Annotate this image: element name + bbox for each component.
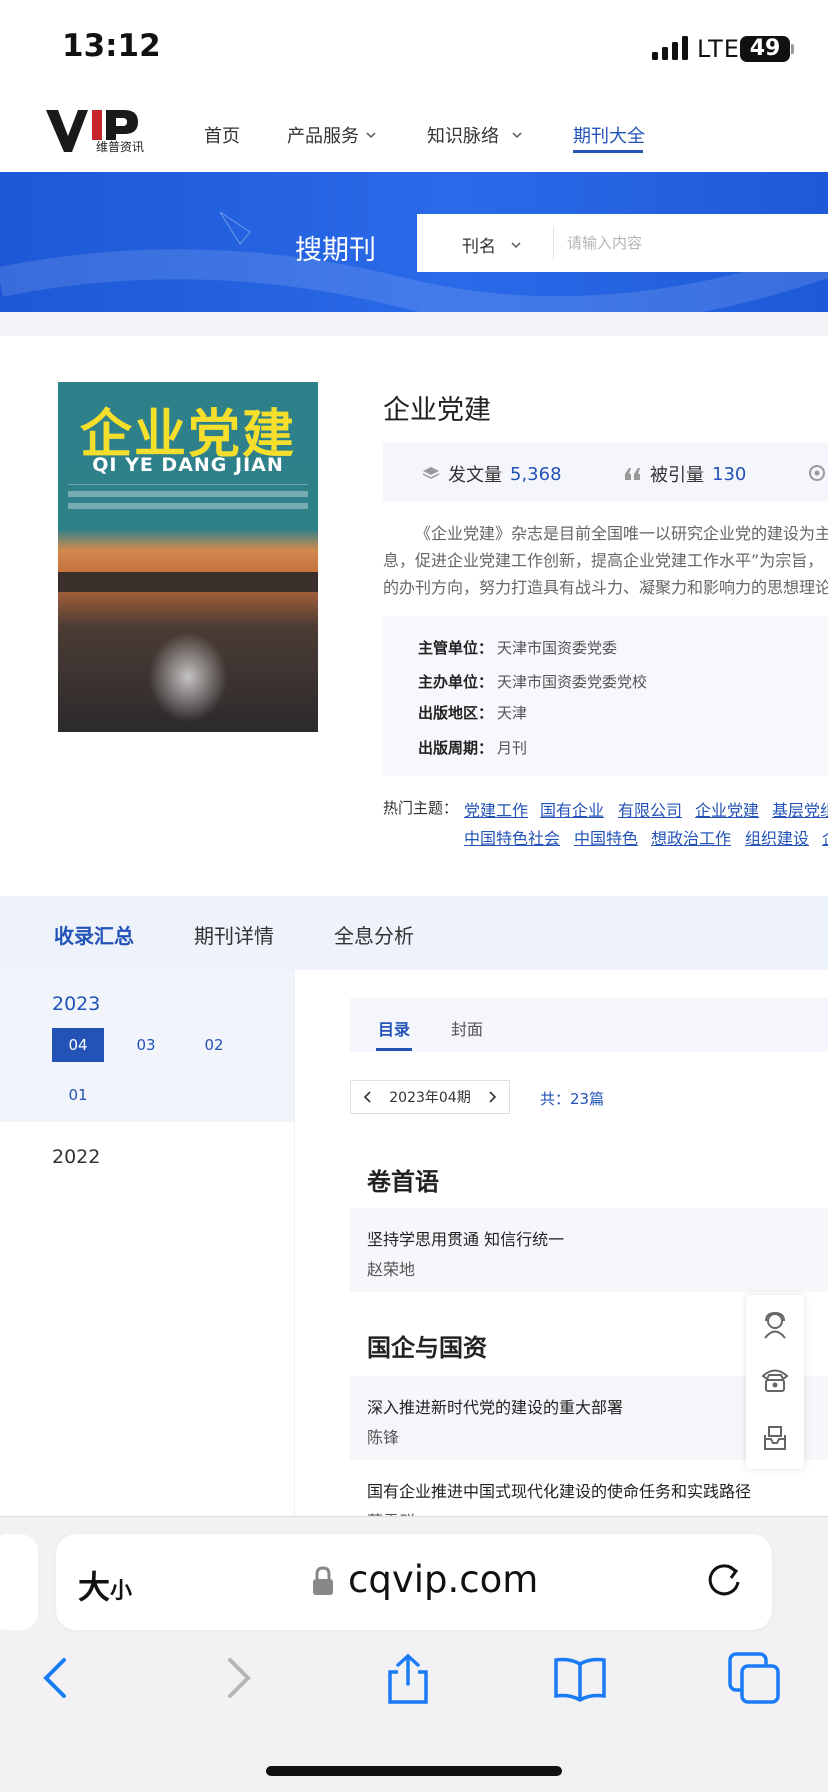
journal-description: 《企业党建》杂志是目前全国唯一以研究企业党的建设为主 息，促进企业党建工作创新，… (383, 524, 828, 597)
hot-tag[interactable]: 基层党组 (772, 797, 828, 821)
section-heading: 国企与国资 (367, 1334, 487, 1362)
customer-service-icon[interactable] (762, 1311, 788, 1339)
issue-04[interactable]: 04 (52, 1028, 104, 1062)
quote-icon (625, 468, 640, 480)
stat-citations: 被引量 130 (624, 461, 746, 487)
info-frequency: 出版周期： 月刊 (418, 739, 528, 757)
subtab-cover[interactable]: 封面 (451, 1016, 483, 1040)
nav-knowledge[interactable]: 知识脉络 (427, 122, 523, 148)
section-heading: 卷首语 (367, 1168, 439, 1196)
cover-headlines (68, 484, 308, 518)
banner-title: 搜期刊 (295, 235, 376, 266)
content-subtabs (350, 998, 828, 1052)
article-author[interactable]: 赵荣地 (367, 1256, 415, 1280)
hot-tag[interactable]: 组织建设 (745, 825, 809, 849)
battery-icon: 49 (740, 36, 790, 62)
issue-selector: 2023年04期 (350, 1080, 510, 1114)
nav-active-indicator (573, 150, 643, 153)
journal-cover[interactable]: 企业党建 QI YE DANG JIAN (58, 382, 318, 732)
info-supervisor: 主管单位： 天津市国资委党委 (418, 639, 618, 657)
info-region: 出版地区： 天津 (418, 704, 528, 722)
vip-logo[interactable]: 维普资讯 (46, 108, 144, 156)
section-spacer (0, 312, 828, 336)
status-time: 13:12 (62, 28, 161, 64)
chevron-left-icon[interactable] (363, 1090, 373, 1104)
article-title[interactable]: 深入推进新时代党的建设的重大部署 (367, 1394, 623, 1418)
url-text[interactable]: cqvip.com (348, 1558, 538, 1601)
chevron-down-icon (512, 132, 522, 139)
subtab-indicator (376, 1048, 412, 1051)
cover-waterfall (148, 632, 228, 722)
tabs-icon[interactable] (726, 1650, 782, 1706)
hot-tag[interactable]: 中国特色 (574, 825, 638, 849)
hot-tag[interactable]: 国有企业 (540, 797, 604, 821)
back-icon[interactable] (30, 1650, 86, 1706)
feedback-icon[interactable] (761, 1425, 789, 1451)
hot-tag[interactable]: 企业党建 (695, 797, 759, 821)
hot-tag[interactable]: 有限公司 (618, 797, 682, 821)
search-divider (553, 226, 554, 260)
info-sponsor: 主办单位： 天津市国资委党委党校 (418, 673, 648, 691)
signal-icon (652, 36, 688, 60)
nav-home[interactable]: 首页 (204, 122, 240, 148)
reload-icon[interactable] (704, 1558, 744, 1602)
tab-summary[interactable]: 收录汇总 (54, 920, 134, 949)
stat-articles: 发文量 5,368 (422, 461, 562, 487)
subtab-toc[interactable]: 目录 (378, 1016, 410, 1040)
issue-01[interactable]: 01 (52, 1078, 104, 1112)
forward-icon[interactable] (208, 1650, 264, 1706)
article-author[interactable]: 蔡雪群 (367, 1508, 415, 1516)
article-title[interactable]: 国有企业推进中国式现代化建设的使命任务和实践路径 (367, 1478, 751, 1502)
share-icon[interactable] (380, 1650, 436, 1706)
column-divider (294, 970, 295, 1516)
issue-03[interactable]: 03 (120, 1028, 172, 1062)
nav-products[interactable]: 产品服务 (287, 122, 377, 148)
year-2022[interactable]: 2022 (52, 1146, 100, 1168)
nav-journals[interactable]: 期刊大全 (573, 122, 645, 148)
search-input[interactable] (567, 228, 822, 258)
previous-tab[interactable] (0, 1534, 38, 1630)
lock-icon (313, 1566, 333, 1595)
hot-tag[interactable]: 企 (822, 825, 828, 849)
article-item[interactable] (350, 1208, 828, 1292)
floating-toolbar (746, 1295, 804, 1469)
tab-analysis[interactable]: 全息分析 (334, 920, 414, 949)
year-2023[interactable]: 2023 (52, 993, 100, 1015)
search-category-select[interactable]: 刊名 (462, 232, 522, 257)
issue-02[interactable]: 02 (188, 1028, 240, 1062)
article-title[interactable]: 坚持学思用贯通 知信行统一 (367, 1226, 564, 1250)
chevron-down-icon (511, 241, 521, 248)
network-type: LTE (697, 35, 740, 63)
shield-icon (809, 465, 825, 481)
chevron-down-icon (366, 132, 376, 139)
hot-tag[interactable]: 中国特色社会 (464, 825, 560, 849)
hot-tag[interactable]: 想政治工作 (651, 825, 731, 849)
chevron-right-icon[interactable] (487, 1090, 497, 1104)
bookmarks-icon[interactable] (552, 1650, 608, 1706)
hot-tag[interactable]: 党建工作 (464, 797, 528, 821)
article-author[interactable]: 陈锋 (367, 1424, 399, 1448)
hot-topics-label: 热门主题： (383, 799, 459, 817)
logo-text: 维普资讯 (96, 140, 145, 154)
home-indicator (266, 1766, 562, 1776)
tab-details[interactable]: 期刊详情 (194, 920, 274, 949)
journal-title: 企业党建 (383, 395, 491, 426)
article-total: 共：23篇 (540, 1090, 605, 1108)
text-size-button[interactable]: 大小 (78, 1562, 132, 1608)
battery-cap (791, 44, 794, 54)
phone-icon[interactable] (761, 1367, 789, 1393)
layers-icon (422, 467, 440, 479)
cover-landscape (58, 572, 318, 592)
cover-subtitle: QI YE DANG JIAN (92, 454, 284, 476)
